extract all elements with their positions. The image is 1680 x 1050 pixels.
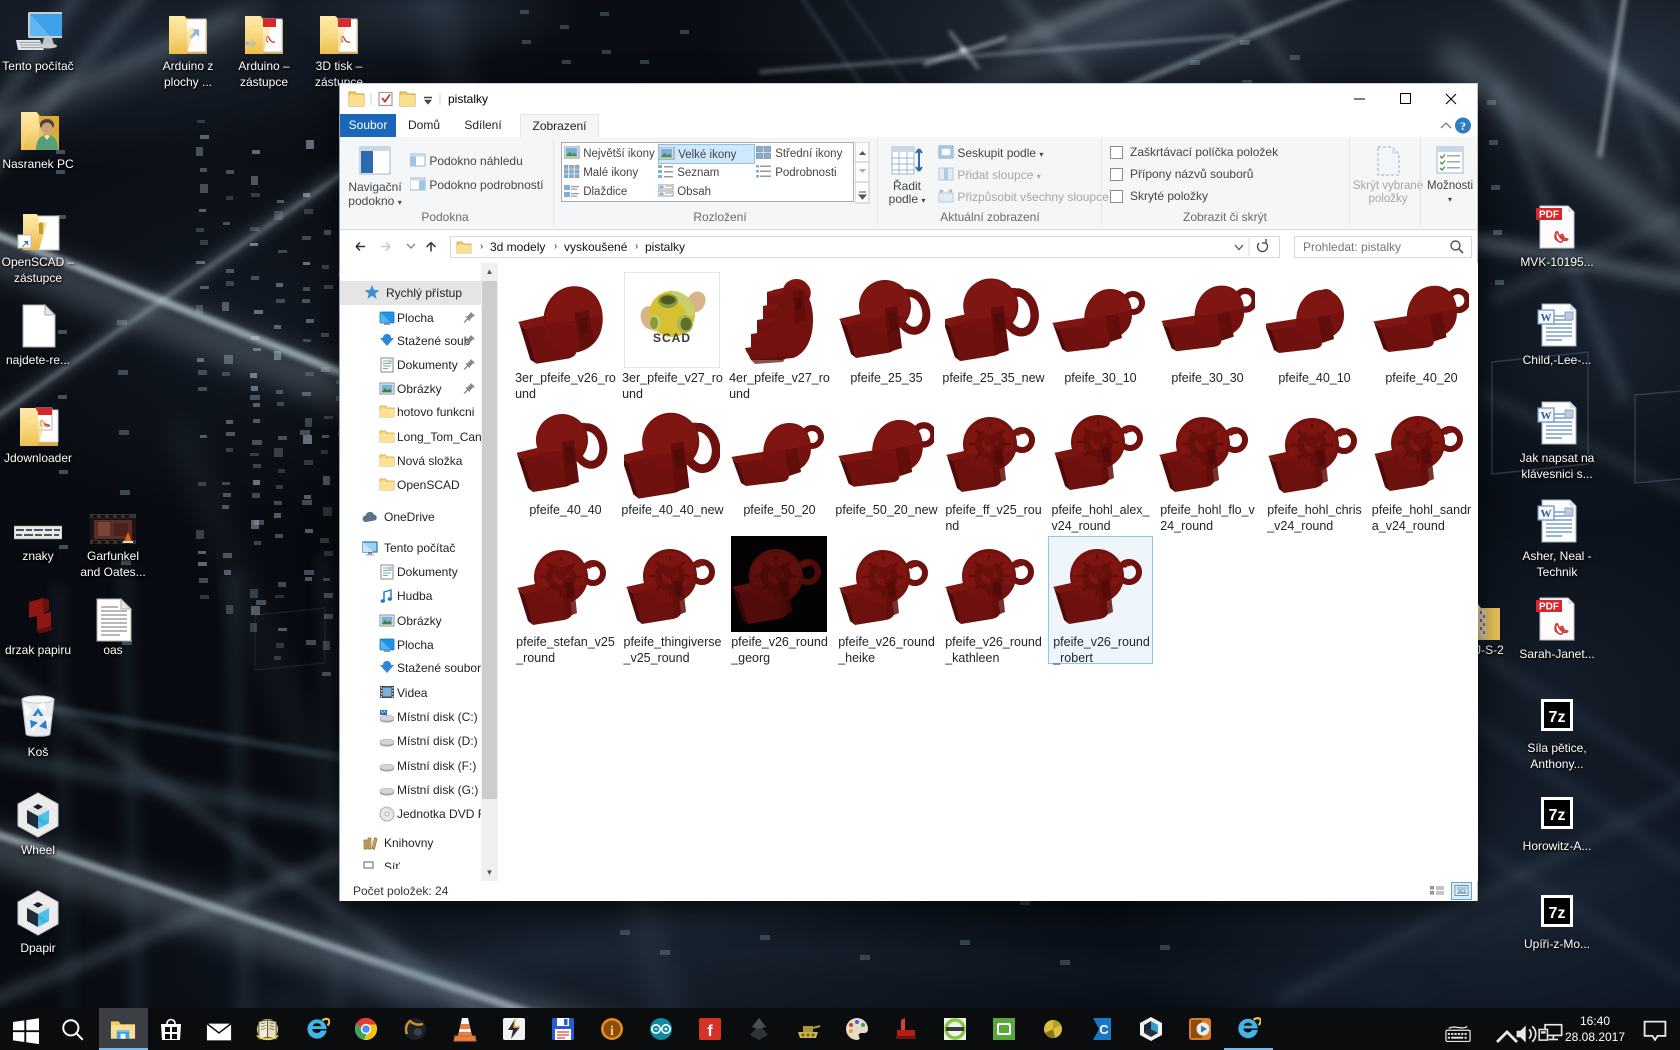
svg-text:f: f bbox=[707, 1023, 713, 1040]
svg-text:?: ? bbox=[1460, 119, 1466, 133]
svg-text:i: i bbox=[610, 1024, 614, 1039]
svg-text:C: C bbox=[1099, 1022, 1109, 1037]
